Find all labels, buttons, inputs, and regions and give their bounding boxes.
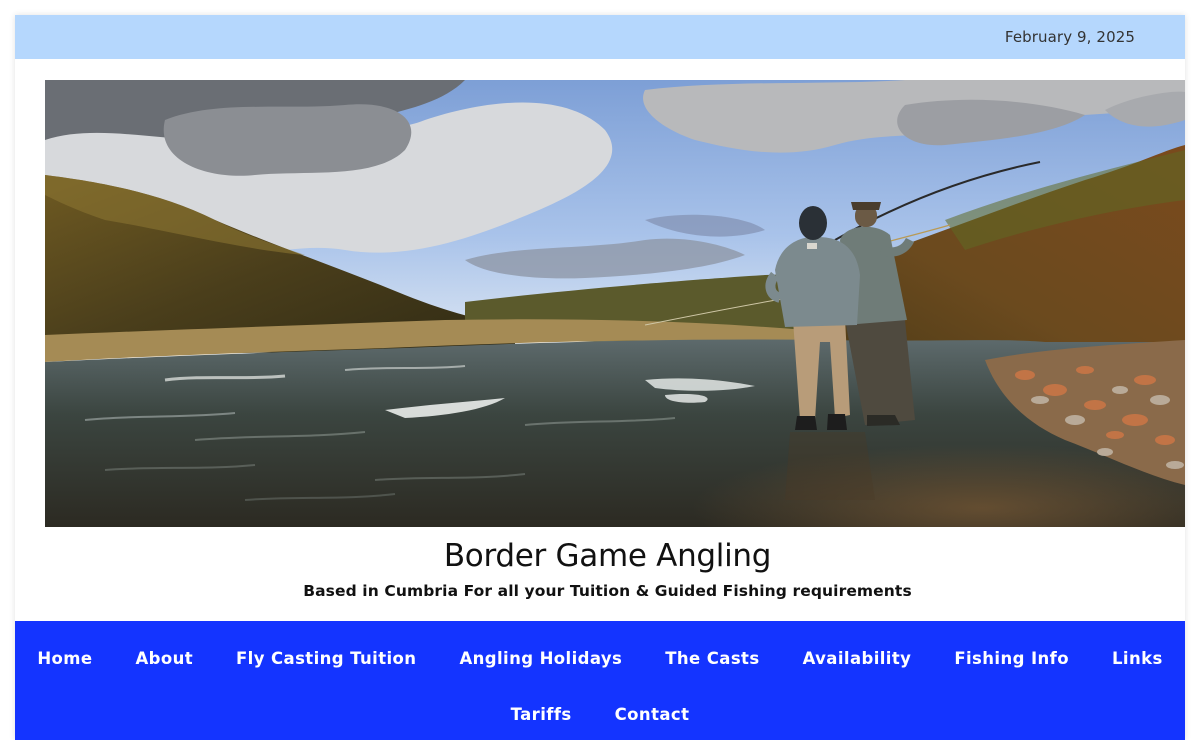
site-title[interactable]: Border Game Angling xyxy=(15,538,1185,574)
nav-item-angling-holidays[interactable]: Angling Holidays xyxy=(459,649,622,668)
nav-item-contact[interactable]: Contact xyxy=(615,705,690,724)
nav-item-availability[interactable]: Availability xyxy=(803,649,912,668)
nav-row-2: Tariffs Contact xyxy=(15,705,1185,724)
river-fishing-photo xyxy=(45,80,1185,527)
current-date: February 9, 2025 xyxy=(1004,28,1135,46)
nav-item-about[interactable]: About xyxy=(135,649,193,668)
page-frame: February 9, 2025 Border Game Angling Bas… xyxy=(15,15,1185,740)
nav-row-1: Home About Fly Casting Tuition Angling H… xyxy=(15,649,1185,668)
header-image xyxy=(45,80,1185,527)
nav-item-the-casts[interactable]: The Casts xyxy=(665,649,759,668)
nav-item-fishing-info[interactable]: Fishing Info xyxy=(954,649,1069,668)
nav-item-fly-casting-tuition[interactable]: Fly Casting Tuition xyxy=(236,649,416,668)
nav-item-home[interactable]: Home xyxy=(37,649,92,668)
main-navigation: Home About Fly Casting Tuition Angling H… xyxy=(15,621,1185,740)
nav-item-tariffs[interactable]: Tariffs xyxy=(511,705,572,724)
top-bar: February 9, 2025 xyxy=(15,15,1185,59)
site-tagline: Based in Cumbria For all your Tuition & … xyxy=(303,582,912,600)
nav-item-links[interactable]: Links xyxy=(1112,649,1163,668)
